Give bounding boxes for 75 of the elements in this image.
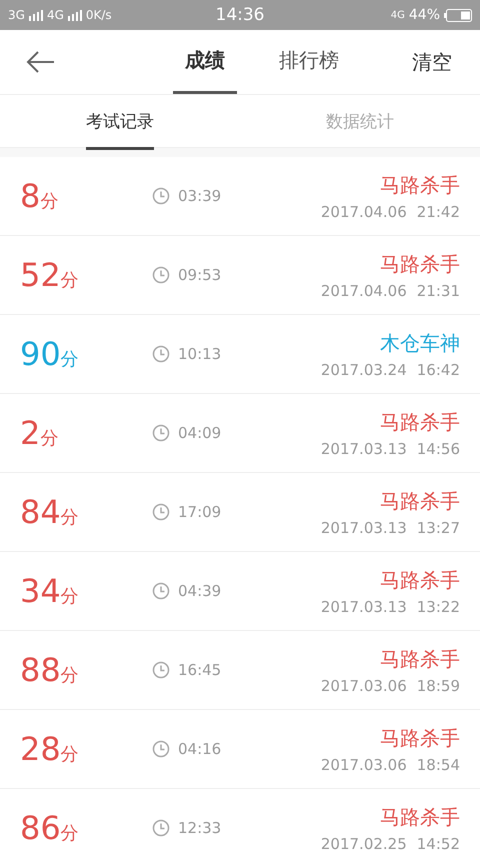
clock-icon [152,661,170,679]
exam-time: 21:42 [416,202,460,220]
clock: 14:36 [216,5,264,25]
exam-time: 18:54 [416,756,460,774]
clock-icon [152,819,170,837]
exam-time: 13:27 [416,518,460,536]
score: 28 [20,730,61,768]
network-label: 4G [390,10,405,20]
clock-icon [152,187,170,205]
exam-date: 2017.03.13 [320,440,407,458]
clear-button[interactable]: 清空 [406,48,458,76]
exam-date: 2017.02.25 [320,834,407,852]
clock-icon [152,503,170,521]
header-tab[interactable]: 成绩 [173,30,237,94]
rank-title: 马路杀手 [380,804,460,830]
duration: 09:53 [178,266,222,284]
clock-icon [152,424,170,442]
score-unit: 分 [40,190,58,213]
exam-time: 14:52 [416,834,460,852]
network-label: 3G [8,8,25,22]
score: 34 [20,572,61,610]
exam-time: 18:59 [416,676,460,694]
battery-percent: 44% [408,7,440,23]
speed-label: 0K/s [86,8,112,22]
exam-date: 2017.03.24 [320,360,407,378]
clock-icon [152,345,170,363]
duration: 12:33 [178,819,222,837]
exam-date: 2017.04.06 [320,202,407,220]
signal-icon [68,10,82,20]
score: 86 [20,809,61,847]
clock-icon [152,266,170,284]
score-unit: 分 [40,427,58,450]
exam-time: 16:42 [416,360,460,378]
header-tab[interactable]: 排行榜 [267,30,351,94]
rank-title: 马路杀手 [380,646,460,672]
score: 52 [20,256,61,294]
score: 90 [20,335,61,373]
exam-date: 2017.04.06 [320,282,407,300]
score-unit: 分 [60,269,79,292]
exam-date: 2017.03.13 [320,598,407,616]
exam-time: 21:31 [416,282,460,300]
duration: 17:09 [178,503,222,521]
score: 8 [20,177,40,215]
duration: 04:39 [178,582,222,600]
exam-date: 2017.03.13 [320,518,407,536]
score-unit: 分 [60,822,79,845]
duration: 03:39 [178,187,222,205]
duration: 04:16 [178,740,222,758]
network-label: 4G [46,8,64,22]
rank-title: 马路杀手 [380,566,460,594]
score-unit: 分 [60,743,79,766]
battery-icon [444,8,472,22]
exam-date: 2017.03.06 [320,676,407,694]
score-unit: 分 [60,506,79,529]
exam-time: 13:22 [416,598,460,616]
score: 88 [20,651,61,689]
rank-title: 马路杀手 [380,250,460,278]
clock-icon [152,582,170,600]
rank-title: 马路杀手 [380,724,460,752]
exam-date: 2017.03.06 [320,756,407,774]
exam-time: 14:56 [416,440,460,458]
duration: 16:45 [178,661,222,679]
duration: 10:13 [178,345,222,363]
rank-title: 马路杀手 [380,172,460,198]
signal-icon [28,10,43,20]
rank-title: 马路杀手 [380,488,460,514]
score: 2 [20,414,40,452]
rank-title: 木仓车神 [380,330,460,356]
score-unit: 分 [60,664,79,687]
score-unit: 分 [60,585,79,608]
clock-icon [152,740,170,758]
rank-title: 马路杀手 [380,408,460,436]
score-unit: 分 [60,348,79,371]
duration: 04:09 [178,424,222,442]
score: 84 [20,493,61,531]
